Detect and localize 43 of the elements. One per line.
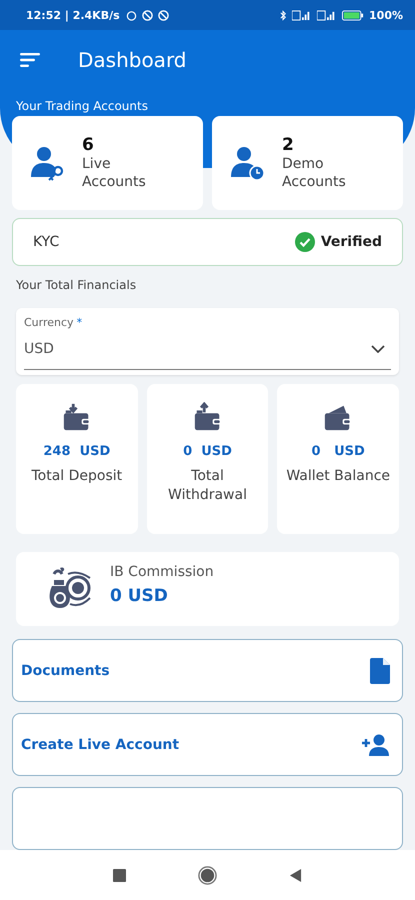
- signal-icon: [317, 10, 338, 20]
- back-icon[interactable]: [289, 868, 302, 882]
- battery-icon: [342, 10, 364, 20]
- user-clock-icon: [230, 144, 266, 181]
- field-value: USD: [24, 341, 54, 358]
- stat-amount: 248 USD: [43, 444, 110, 459]
- section-heading: Your Total Financials: [16, 278, 138, 292]
- user-key-icon: [30, 144, 66, 181]
- account-label: Demo Accounts: [282, 154, 347, 192]
- wallet-in-icon: [62, 402, 92, 432]
- account-count: 6: [82, 134, 95, 155]
- wallet-out-icon: [192, 402, 222, 432]
- commission-label: IB Commission: [110, 564, 214, 580]
- menu-icon[interactable]: [20, 53, 40, 67]
- status-time: 12:52 | 2.4KB/s: [26, 8, 120, 22]
- home-icon[interactable]: [198, 866, 217, 884]
- menu-item[interactable]: Documents: [12, 639, 403, 702]
- chevron-down-icon: [371, 345, 385, 354]
- currency-dropdown[interactable]: Currency * USD: [16, 308, 399, 375]
- bluetooth-icon: [280, 10, 288, 20]
- check-circle-icon: [294, 232, 315, 252]
- menu-item[interactable]: Create Live Account: [12, 713, 403, 776]
- add-user-icon: [360, 734, 390, 756]
- recents-icon[interactable]: [113, 868, 126, 882]
- commission-amount: 0 USD: [110, 586, 169, 606]
- document-icon: [370, 658, 390, 684]
- screen-title: Dashboard: [78, 48, 187, 72]
- stat-amount: 0 USD: [312, 444, 365, 459]
- field-label: Currency: [24, 316, 74, 330]
- required-mark: *: [76, 316, 82, 330]
- account-label: Live Accounts: [82, 154, 147, 192]
- account-card[interactable]: 6 Live Accounts: [12, 116, 203, 210]
- battery-level: 100%: [369, 8, 403, 22]
- kyc-label: KYC: [33, 234, 60, 250]
- section-heading: Your Trading Accounts: [16, 99, 149, 113]
- account-card[interactable]: 2 Demo Accounts: [212, 116, 403, 210]
- stat-label: Wallet Balance: [285, 466, 392, 486]
- signal-icon: [292, 10, 312, 20]
- stat-label: Total Withdrawal: [167, 466, 248, 505]
- account-count: 2: [282, 134, 295, 155]
- stat-amount: 0 USD: [183, 444, 232, 459]
- stat-label: Total Deposit: [30, 466, 124, 486]
- kyc-status: Verified: [320, 234, 382, 250]
